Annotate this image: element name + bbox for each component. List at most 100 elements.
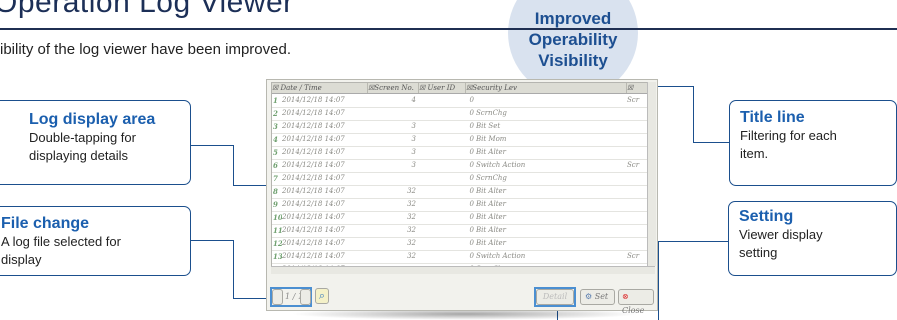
log-cell-screen: 3 [411,122,416,130]
log-row[interactable]: 13 2014/12/18 14:07 32 0 Switch Action Scr [272,250,648,264]
log-cell-sec: 0 [469,135,474,143]
column-header-user-id[interactable]: ☒ User ID [419,83,466,93]
log-row[interactable]: 10 2014/12/18 14:07 32 0 Bit Alter [272,211,648,225]
log-cell-extra [627,237,648,250]
log-cell-user [419,250,465,263]
badge-line-3: Visibility [538,51,608,70]
set-button[interactable]: ⚙ Set [580,289,615,305]
log-cell-extra [627,120,648,133]
log-cell-sec: 0 [469,122,474,130]
connector-title-v [693,86,695,142]
log-cell-date: 2014/12/18 14:07 [282,161,345,169]
next-file-button[interactable] [300,289,311,305]
log-row[interactable]: 8 2014/12/18 14:07 32 0 Bit Alter [272,185,648,199]
log-cell-sec: 0 [469,109,474,117]
log-cell-date: 2014/12/18 14:07 [282,213,345,221]
column-header-extra[interactable]: ☒ [627,83,648,93]
log-cell-n: 13 [273,252,282,261]
callout-log-display-desc-2: displaying details [29,148,129,163]
log-cell-n: 3 [273,122,278,131]
log-cell-sec: 0 [469,213,474,221]
log-cell-extra [627,107,648,120]
log-cell-n: 1 [273,96,278,105]
set-button-label: Set [594,292,609,301]
log-cell-extra [627,224,648,237]
log-cell-user [419,224,465,237]
log-cell-user [419,198,465,211]
log-cell-extra [627,146,648,159]
log-cell-n: 2 [273,109,278,118]
log-cell-extra [627,198,648,211]
log-cell-sec: 0 [469,96,474,104]
log-cell-date: 2014/12/18 14:07 [282,174,345,182]
log-cell-action: ScrnChg [476,109,507,117]
callout-file-change-title: File change [1,215,90,232]
log-row[interactable]: 6 2014/12/18 14:07 3 0 Switch Action Scr [272,159,648,173]
log-row[interactable]: 11 2014/12/18 14:07 32 0 Bit Alter [272,224,648,238]
column-header-user-id-label: User ID [427,84,456,92]
horizontal-scrollbar[interactable] [271,266,655,274]
log-row[interactable]: 1 2014/12/18 14:07 4 0 Scr [272,94,648,108]
log-cell-screen: 3 [411,135,416,143]
log-cell-action: Bit Alter [476,226,507,234]
detail-button[interactable]: Detail [536,289,574,305]
log-cell-date: 2014/12/18 14:07 [282,135,345,143]
log-cell-user [419,120,465,133]
column-header-screen-no[interactable]: ☒Screen No. [368,83,419,93]
log-row[interactable]: 7 2014/12/18 14:07 0 ScrnChg [272,172,648,186]
log-cell-sec: 0 [469,148,474,156]
log-cell-action: Bit Set [476,122,501,130]
log-cell-date: 2014/12/18 14:07 [282,200,345,208]
log-row[interactable]: 5 2014/12/18 14:07 3 0 Bit Alter [272,146,648,160]
log-row[interactable]: 2 2014/12/18 14:07 0 ScrnChg [272,107,648,121]
column-header-security-level[interactable]: ☒Security Lev [466,83,627,93]
log-cell-action: ScrnChg [476,174,507,182]
log-cell-extra [627,172,648,185]
log-cell-screen: 4 [411,96,416,104]
log-row[interactable]: 12 2014/12/18 14:07 32 0 Bit Alter [272,237,648,251]
callout-title-line-desc-1: Filtering for each [740,128,837,143]
wrench-icon: ⚙ [585,292,593,301]
column-header-date-time-label: Date / Time [280,84,322,92]
callout-setting-desc-2: setting [739,245,778,260]
connector-file-v [233,240,235,298]
vertical-scrollbar[interactable] [647,82,656,266]
log-row[interactable]: 4 2014/12/18 14:07 3 0 Bit Mom [272,133,648,147]
callout-log-display: Log display area Double-tapping for disp… [0,100,191,185]
callout-file-change-desc-1: A log file selected for [1,234,121,249]
callout-file-change-desc-2: display [1,252,42,267]
log-title-line[interactable]: ☒ Date / Time ☒Screen No. ☒ User ID ☒Sec… [272,83,648,94]
close-icon: ⊗ [622,292,629,301]
log-cell-n: 10 [273,213,282,222]
log-cell-sec: 0 [469,252,474,260]
log-cell-date: 2014/12/18 14:07 [282,239,345,247]
callout-setting-desc-1: Viewer display [739,227,823,242]
callout-setting: Setting Viewer display setting [728,201,897,276]
log-row[interactable]: 9 2014/12/18 14:07 32 0 Bit Alter [272,198,648,212]
prev-file-button[interactable] [272,289,283,305]
log-cell-extra: Scr [627,96,640,104]
log-cell-date: 2014/12/18 14:07 [282,109,345,117]
log-cell-date: 2014/12/18 14:07 [282,252,345,260]
log-cell-screen: 3 [411,148,416,156]
filter-icon: ☒ [419,84,428,92]
callout-title-line: Title line Filtering for each item. [729,100,897,186]
log-cell-date: 2014/12/18 14:07 [282,148,345,156]
column-header-screen-no-label: Screen No. [374,84,414,92]
log-cell-screen [368,172,416,185]
search-icon: ⌕ [318,289,326,302]
column-header-date-time[interactable]: ☒ Date / Time [272,83,368,93]
log-cell-screen: 32 [407,239,416,247]
callout-log-display-title: Log display area [29,111,156,128]
log-cell-user [419,146,465,159]
log-cell-action: Bit Alter [476,213,507,221]
log-cell-sec: 0 [469,226,474,234]
log-cell-user [419,185,465,198]
close-button[interactable]: ⊗ Close [618,289,654,315]
log-display-area[interactable]: ☒ Date / Time ☒Screen No. ☒ User ID ☒Sec… [271,82,649,268]
log-row[interactable]: 3 2014/12/18 14:07 3 0 Bit Set [272,120,648,134]
connector-file-h1 [191,240,234,242]
log-cell-action: Bit Alter [476,187,507,195]
search-button[interactable]: ⌕ [315,288,329,304]
log-cell-sec: 0 [469,161,474,169]
